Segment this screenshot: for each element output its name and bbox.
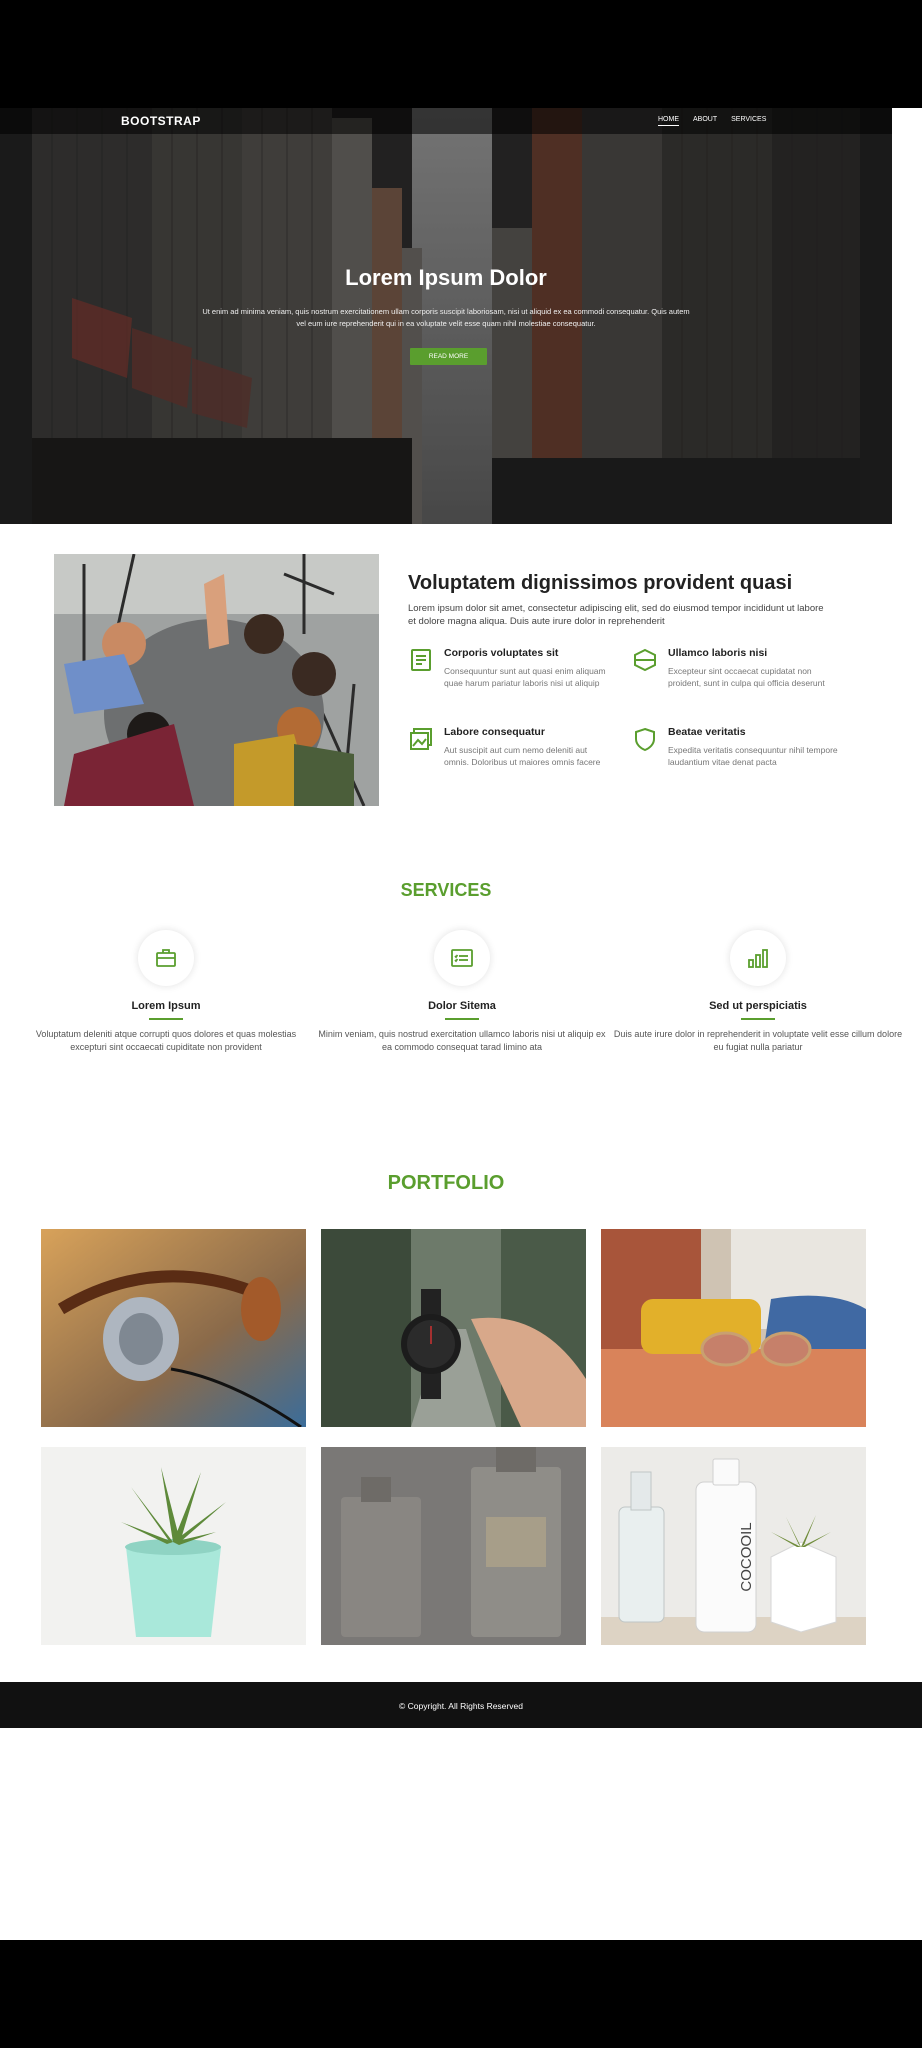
portfolio-item-wristwatch[interactable] [321,1229,586,1427]
portfolio-item-cocooil-bottles[interactable]: COCOOIL [601,1447,866,1645]
nav-link-about[interactable]: ABOUT [693,116,717,126]
screen: { "nav": { "brand": "BOOTSTRAP", "links"… [0,0,922,2048]
hero-title: Lorem Ipsum Dolor [345,265,547,290]
feature-text: Expedita veritatis consequuntur nihil te… [668,745,838,767]
receipt-icon [408,647,434,673]
team-high-five-illustration [54,554,379,806]
sunglasses-image [601,1229,866,1427]
about-title: Voluptatem dignissimos provident quasi [408,572,793,594]
portfolio-item-headphones[interactable] [41,1229,306,1427]
cocooil-bottles-image: COCOOIL [601,1447,866,1645]
feature-text: Aut suscipit aut cum nemo deleniti aut o… [444,745,601,767]
service-divider [741,1018,775,1020]
feature-title: Corporis voluptates sit [444,647,559,659]
about-team-image [54,554,379,806]
hero-section: BOOTSTRAP HOME ABOUT SERVICES Lorem Ipsu… [0,108,892,524]
perfume-bottles-image [321,1447,586,1645]
feature-title: Ullamco laboris nisi [668,647,768,659]
footer: © Copyright. All Rights Reserved [0,1682,922,1728]
images-icon [408,726,434,752]
service-title: Lorem Ipsum [131,1000,201,1012]
portfolio-item-perfume-bottles[interactable] [321,1447,586,1645]
portfolio-heading: PORTFOLIO [387,1172,505,1194]
hero-text: Ut enim ad minima veniam, quis nostrum e… [202,307,690,328]
page: BOOTSTRAP HOME ABOUT SERVICES Lorem Ipsu… [0,108,922,1940]
brand-logo[interactable]: BOOTSTRAP [121,114,201,128]
feature-title: Labore consequatur [444,726,545,738]
wristwatch-image [321,1229,586,1427]
service-divider [149,1018,183,1020]
services-heading: SERVICES [400,880,492,900]
briefcase-icon [138,930,194,986]
nav-links: HOME ABOUT SERVICES [658,116,766,126]
succulent-plant-image [41,1447,306,1645]
feature-title: Beatae veritatis [668,726,746,738]
shield-icon [632,726,658,752]
about-text: Lorem ipsum dolor sit amet, consectetur … [408,603,824,627]
nav-link-services[interactable]: SERVICES [731,116,766,126]
portfolio-item-sunglasses[interactable] [601,1229,866,1427]
cube-icon [632,647,658,673]
service-title: Dolor Sitema [428,1000,496,1012]
nav-link-home[interactable]: HOME [658,116,679,126]
portfolio-item-succulent-plant[interactable] [41,1447,306,1645]
service-text: Duis aute irure dolor in reprehenderit i… [613,1029,903,1052]
service-divider [445,1018,479,1020]
service-title: Sed ut perspiciatis [709,1000,807,1012]
service-text: Voluptatum deleniti atque corrupti quos … [35,1029,297,1052]
navbar: BOOTSTRAP HOME ABOUT SERVICES [0,108,892,134]
read-more-button[interactable]: READ MORE [410,348,487,365]
card-checklist-icon [434,930,490,986]
feature-text: Excepteur sint occaecat cupidatat non pr… [668,666,825,688]
headphones-image [41,1229,306,1427]
cocooil-label: COCOOIL [738,1522,755,1591]
copyright-text: © Copyright. All Rights Reserved [399,1701,523,1711]
service-text: Minim veniam, quis nostrud exercitation … [318,1029,606,1052]
bar-chart-icon [730,930,786,986]
feature-text: Consequuntur sunt aut quasi enim aliquam… [444,666,606,688]
